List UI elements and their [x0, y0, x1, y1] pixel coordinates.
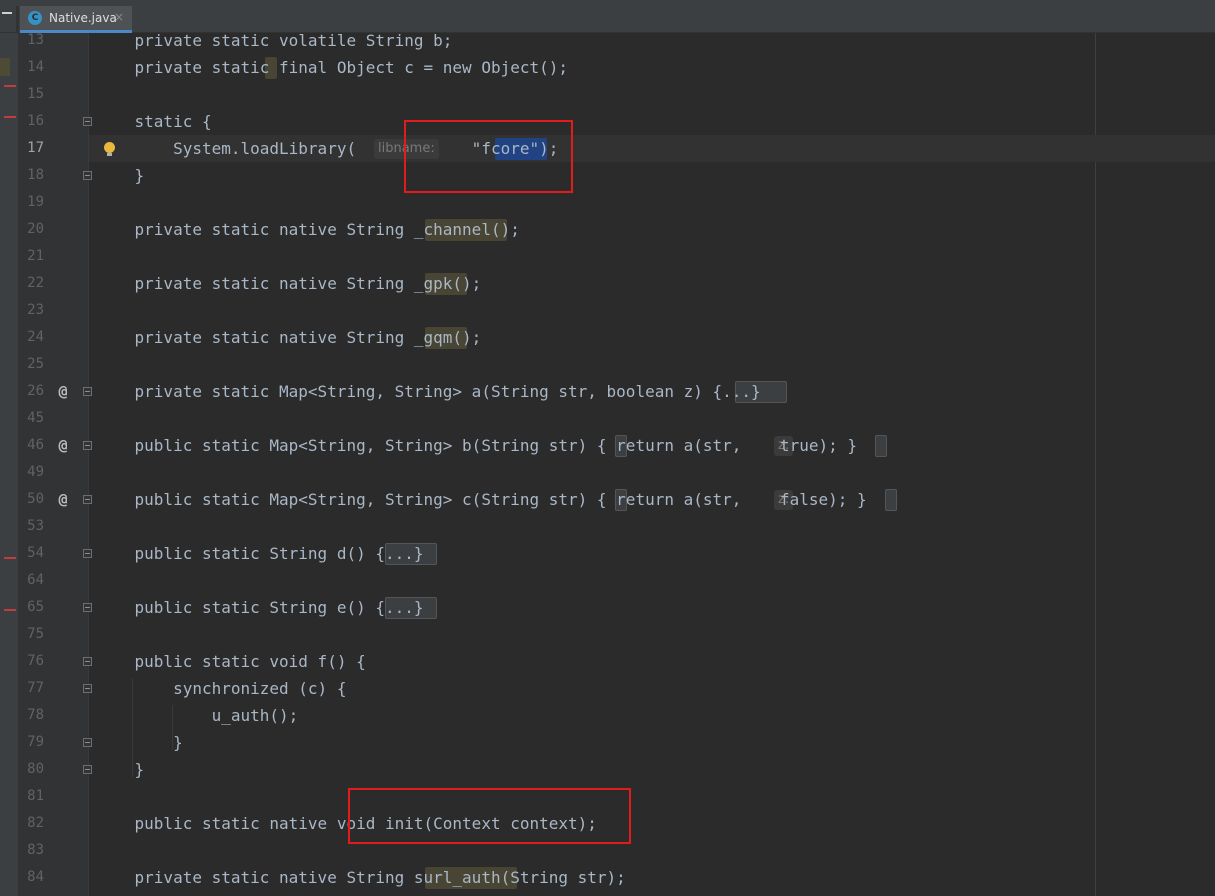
code-line-65[interactable]: public static String e() {...} [96, 594, 1215, 621]
code-line-46[interactable]: public static Map<String, String> b(Stri… [96, 432, 1215, 459]
line-number[interactable]: 26 [18, 378, 44, 405]
code-line-64[interactable] [96, 567, 1215, 594]
indent-guide-1 [172, 705, 173, 750]
line-number[interactable]: 16 [18, 108, 44, 135]
code-line-76[interactable]: public static void f() { [96, 648, 1215, 675]
line-number[interactable]: 13 [18, 33, 44, 54]
indent-guide-0 [132, 678, 133, 777]
tab-strip-edge [16, 6, 19, 33]
line-number[interactable]: 82 [18, 810, 44, 837]
code-editor[interactable]: 13 private static volatile String b; 14 p… [0, 33, 1215, 896]
implements-marker-icon[interactable]: @ [55, 432, 71, 459]
code-line-26[interactable]: private static Map<String, String> a(Str… [96, 378, 1215, 405]
annotation-box-loadlibrary [404, 120, 573, 193]
line-number[interactable]: 15 [18, 81, 44, 108]
code-line-75[interactable] [96, 621, 1215, 648]
code-line-20[interactable]: private static native String _channel(); [96, 216, 1215, 243]
code-line-21[interactable] [96, 243, 1215, 270]
code-line-84[interactable]: private static native String surl_auth(S… [96, 864, 1215, 891]
code-line-81[interactable] [96, 783, 1215, 810]
line-number[interactable]: 20 [18, 216, 44, 243]
file-tab-native-java[interactable]: C Native.java × [20, 6, 132, 33]
code-line-17[interactable]: System.loadLibrary( "fcore"); [96, 135, 1215, 162]
line-number[interactable]: 77 [18, 675, 44, 702]
code-line-83[interactable] [96, 837, 1215, 864]
code-line-15[interactable] [96, 81, 1215, 108]
code-line-23[interactable] [96, 297, 1215, 324]
line-number[interactable]: 79 [18, 729, 44, 756]
line-number[interactable]: 76 [18, 648, 44, 675]
editor-tab-bar: C Native.java × [0, 0, 1215, 33]
line-number[interactable]: 19 [18, 189, 44, 216]
code-line-54[interactable]: public static String d() {...} [96, 540, 1215, 567]
line-number[interactable]: 46 [18, 432, 44, 459]
line-number[interactable]: 53 [18, 513, 44, 540]
code-line-79[interactable]: } [96, 729, 1215, 756]
code-line-77[interactable]: synchronized (c) { [96, 675, 1215, 702]
fold-toggle-icon[interactable] [83, 387, 92, 396]
line-number[interactable]: 75 [18, 621, 44, 648]
code-line-13[interactable]: private static volatile String b; [96, 33, 1215, 54]
implements-marker-icon[interactable]: @ [55, 486, 71, 513]
code-line-45[interactable] [96, 405, 1215, 432]
code-line-82[interactable]: public static native void init(Context c… [96, 810, 1215, 837]
line-number[interactable]: 50 [18, 486, 44, 513]
lightbulb-icon[interactable] [104, 142, 115, 156]
code-line-80[interactable]: } [96, 756, 1215, 783]
code-line-78[interactable]: u_auth(); [96, 702, 1215, 729]
code-line-18[interactable]: } [96, 162, 1215, 189]
code-line-14[interactable]: private static final Object c = new Obje… [96, 54, 1215, 81]
code-line-16[interactable]: static { [96, 108, 1215, 135]
line-number[interactable]: 18 [18, 162, 44, 189]
close-tab-icon[interactable]: × [114, 10, 124, 24]
tab-file-name[interactable]: Native.java [49, 11, 117, 25]
line-number[interactable]: 81 [18, 783, 44, 810]
fold-toggle-icon[interactable] [83, 495, 92, 504]
line-number[interactable]: 54 [18, 540, 44, 567]
line-number[interactable]: 22 [18, 270, 44, 297]
fold-toggle-icon[interactable] [83, 684, 92, 693]
line-number[interactable]: 78 [18, 702, 44, 729]
fold-toggle-icon[interactable] [83, 738, 92, 747]
line-number[interactable]: 64 [18, 567, 44, 594]
line-number[interactable]: 45 [18, 405, 44, 432]
line-number[interactable]: 17 [18, 135, 44, 162]
line-number[interactable]: 21 [18, 243, 44, 270]
annotation-box-init [348, 788, 631, 844]
code-line-49[interactable] [96, 459, 1215, 486]
line-number[interactable]: 65 [18, 594, 44, 621]
collapse-icon[interactable] [2, 12, 12, 14]
line-number[interactable]: 84 [18, 864, 44, 891]
code-line-22[interactable]: private static native String _gpk(); [96, 270, 1215, 297]
java-class-icon: C [28, 11, 42, 25]
code-line-24[interactable]: private static native String _gqm(); [96, 324, 1215, 351]
fold-toggle-icon[interactable] [83, 603, 92, 612]
line-number[interactable]: 25 [18, 351, 44, 378]
line-number[interactable]: 83 [18, 837, 44, 864]
line-number[interactable]: 80 [18, 756, 44, 783]
line-number[interactable]: 24 [18, 324, 44, 351]
fold-toggle-icon[interactable] [83, 549, 92, 558]
fold-toggle-icon[interactable] [83, 171, 92, 180]
line-number[interactable]: 14 [18, 54, 44, 81]
code-line-50[interactable]: public static Map<String, String> c(Stri… [96, 486, 1215, 513]
line-number[interactable]: 49 [18, 459, 44, 486]
fold-toggle-icon[interactable] [83, 117, 92, 126]
fold-toggle-icon[interactable] [83, 765, 92, 774]
code-line-25[interactable] [96, 351, 1215, 378]
code-line-19[interactable] [96, 189, 1215, 216]
fold-toggle-icon[interactable] [83, 441, 92, 450]
line-number[interactable]: 23 [18, 297, 44, 324]
fold-toggle-icon[interactable] [83, 657, 92, 666]
implements-marker-icon[interactable]: @ [55, 378, 71, 405]
code-line-53[interactable] [96, 513, 1215, 540]
